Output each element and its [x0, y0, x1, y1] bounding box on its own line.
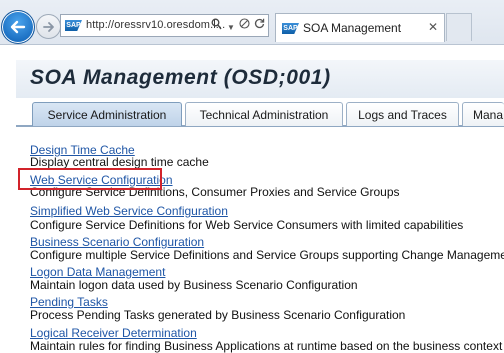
desc-simplified-web-service-configuration: Configure Service Definitions for Web Se… [30, 218, 464, 232]
desc-pending-tasks: Process Pending Tasks generated by Busin… [30, 308, 406, 322]
tab-management[interactable]: Mana [462, 102, 504, 126]
refresh-icon[interactable] [254, 18, 265, 32]
forward-arrow-icon [42, 21, 54, 32]
search-icon[interactable] [211, 18, 222, 33]
desc-business-scenario-configuration: Configure multiple Service Definitions a… [30, 248, 504, 262]
forward-button[interactable] [36, 14, 61, 39]
link-logon-data-management[interactable]: Logon Data Management [30, 265, 165, 279]
sap-favicon-icon: SAP [65, 20, 82, 31]
link-logical-receiver-determination[interactable]: Logical Receiver Determination [30, 326, 197, 340]
link-simplified-web-service-configuration[interactable]: Simplified Web Service Configuration [30, 204, 228, 218]
browser-tab[interactable]: SAP SOA Management ✕ [275, 13, 445, 42]
sap-favicon-icon: SAP [282, 23, 299, 34]
desc-design-time-cache: Display central design time cache [30, 155, 209, 169]
tab-service-administration[interactable]: Service Administration [32, 102, 182, 126]
page-title: SOA Management (OSD;001) [30, 66, 331, 89]
close-icon[interactable]: ✕ [428, 20, 438, 34]
back-arrow-icon [10, 20, 26, 34]
stop-icon[interactable] [239, 18, 250, 32]
url-text: http://oressrv10.oresdom.l... [86, 19, 226, 31]
address-bar[interactable]: SAP http://oressrv10.oresdom.l... ▼ [60, 14, 269, 37]
dropdown-icon[interactable]: ▼ [227, 21, 235, 35]
tab-title: SOA Management [303, 21, 402, 35]
link-business-scenario-configuration[interactable]: Business Scenario Configuration [30, 235, 204, 249]
desc-logical-receiver-determination: Maintain rules for finding Business Appl… [30, 339, 503, 353]
highlight-box [18, 168, 162, 190]
tab-logs-and-traces[interactable]: Logs and Traces [346, 102, 459, 126]
link-pending-tasks[interactable]: Pending Tasks [30, 295, 108, 309]
back-button[interactable] [1, 10, 35, 44]
tab-technical-administration[interactable]: Technical Administration [185, 102, 343, 126]
desc-logon-data-management: Maintain logon data used by Business Sce… [30, 278, 358, 292]
new-tab-button[interactable] [446, 13, 472, 41]
